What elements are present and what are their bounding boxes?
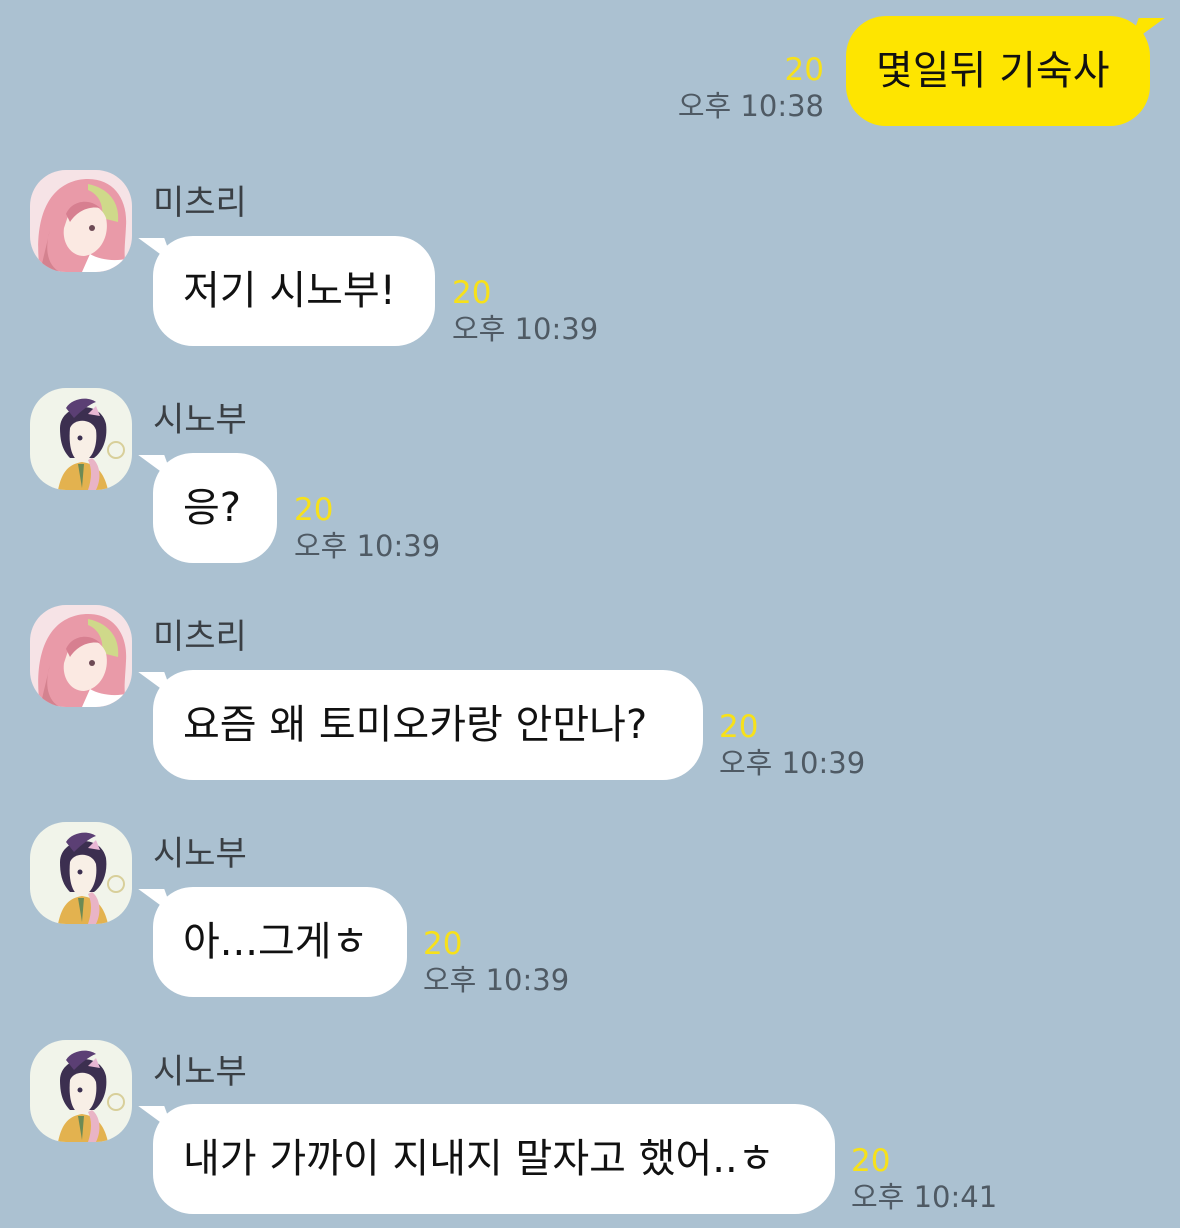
unread-count: 20 bbox=[452, 275, 492, 311]
unread-count: 20 bbox=[294, 492, 334, 528]
message-time: 오후 10:39 bbox=[719, 746, 866, 780]
message-time: 오후 10:39 bbox=[452, 312, 599, 346]
sender-name: 미츠리 bbox=[153, 617, 247, 657]
message-text: 내가 가까이 지내지 말자고 했어..ㅎ bbox=[183, 1136, 775, 1182]
unread-count: 20 bbox=[784, 52, 824, 88]
message-bubble[interactable]: 응? bbox=[153, 453, 277, 563]
message-time: 오후 10:41 bbox=[851, 1180, 998, 1214]
message-text: 요즘 왜 토미오카랑 안만나? bbox=[183, 702, 648, 748]
sender-name: 시노부 bbox=[153, 400, 247, 440]
message-meta: 20 오후 10:38 bbox=[678, 52, 824, 124]
sender-name: 미츠리 bbox=[153, 183, 247, 223]
profile-image bbox=[30, 605, 132, 707]
message-text: 응? bbox=[183, 485, 242, 531]
message-bubble[interactable]: 저기 시노부! bbox=[153, 236, 435, 346]
chat-room[interactable]: 20 오후 10:38 몇일뒤 기숙사 미츠리 저기 시노부! 20 오후 10… bbox=[0, 0, 1180, 1228]
message-bubble[interactable]: 몇일뒤 기숙사 bbox=[846, 16, 1150, 126]
unread-count: 20 bbox=[719, 709, 759, 745]
mitsuri-avatar[interactable] bbox=[30, 170, 132, 272]
message-meta: 20 오후 10:41 bbox=[851, 1143, 997, 1215]
unread-count: 20 bbox=[423, 926, 463, 962]
shinobu-avatar[interactable] bbox=[30, 388, 132, 490]
message-text: 아...그게ㅎ bbox=[183, 919, 369, 965]
shinobu-avatar[interactable] bbox=[30, 822, 132, 924]
message-bubble[interactable]: 아...그게ㅎ bbox=[153, 887, 407, 997]
shinobu-avatar[interactable] bbox=[30, 1040, 132, 1142]
message-meta: 20 오후 10:39 bbox=[719, 709, 865, 781]
mitsuri-avatar[interactable] bbox=[30, 605, 132, 707]
message-bubble[interactable]: 내가 가까이 지내지 말자고 했어..ㅎ bbox=[153, 1104, 835, 1214]
unread-count: 20 bbox=[851, 1143, 891, 1179]
profile-image bbox=[30, 388, 132, 490]
message-bubble[interactable]: 요즘 왜 토미오카랑 안만나? bbox=[153, 670, 703, 780]
message-time: 오후 10:38 bbox=[677, 89, 824, 123]
profile-image bbox=[30, 170, 132, 272]
message-text: 몇일뒤 기숙사 bbox=[876, 48, 1110, 94]
sender-name: 시노부 bbox=[153, 834, 247, 874]
message-meta: 20 오후 10:39 bbox=[452, 275, 598, 347]
message-time: 오후 10:39 bbox=[423, 963, 570, 997]
message-meta: 20 오후 10:39 bbox=[423, 926, 569, 998]
message-meta: 20 오후 10:39 bbox=[294, 492, 440, 564]
message-time: 오후 10:39 bbox=[294, 529, 441, 563]
message-text: 저기 시노부! bbox=[183, 268, 396, 314]
sender-name: 시노부 bbox=[153, 1052, 247, 1092]
profile-image bbox=[30, 1040, 132, 1142]
profile-image bbox=[30, 822, 132, 924]
